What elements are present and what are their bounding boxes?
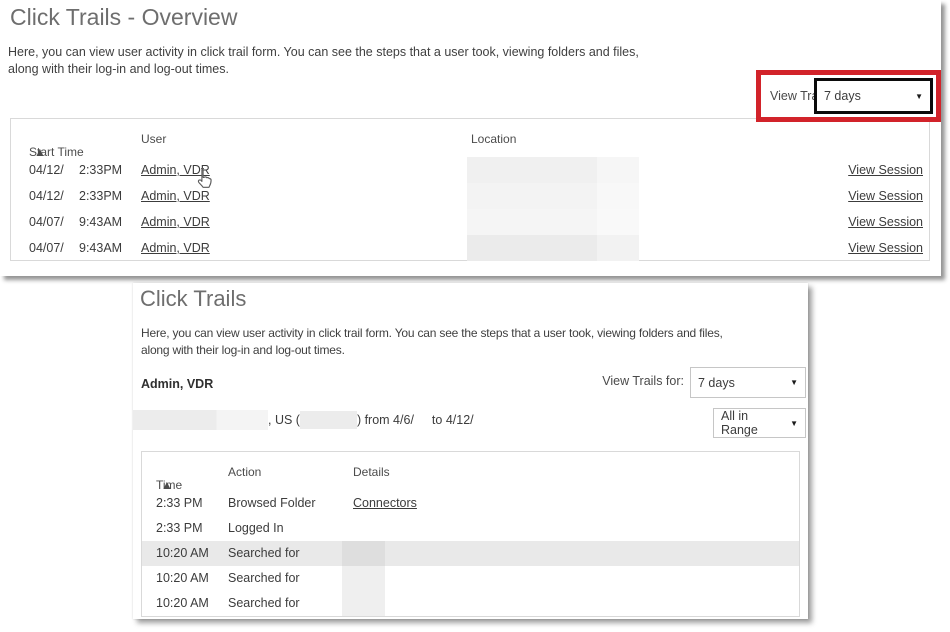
location-redaction <box>467 183 597 209</box>
step-time: 2:33 PM <box>156 516 203 541</box>
detail-page-description: Here, you can view user activity in clic… <box>141 325 723 359</box>
column-header-details: Details <box>353 465 390 479</box>
table-row: 10:20 AM Searched for <box>142 566 799 591</box>
view-trails-select[interactable]: 7 days ▼ <box>690 367 806 398</box>
details-link[interactable]: Connectors <box>353 491 417 516</box>
location-redaction <box>133 410 268 430</box>
details-redaction <box>342 541 385 566</box>
view-trails-select[interactable]: 7 days ▼ <box>814 78 933 114</box>
location-redaction <box>467 209 597 235</box>
view-session-link[interactable]: View Session <box>848 183 923 209</box>
chevron-down-icon: ▼ <box>790 419 798 428</box>
column-header-action: Action <box>228 465 261 479</box>
date-range-text: ) from 4/6/ <box>357 413 414 427</box>
step-time: 10:20 AM <box>156 566 209 591</box>
range-filter-value: All in Range <box>721 409 784 437</box>
step-action: Searched for <box>228 566 300 591</box>
table-row-highlighted: 10:20 AM Searched for <box>142 541 799 566</box>
start-time: 9:43AM <box>79 235 122 261</box>
view-session-link[interactable]: View Session <box>848 209 923 235</box>
step-time: 2:33 PM <box>156 491 203 516</box>
view-trails-label: View Trails for: <box>602 374 684 388</box>
start-time: 2:33PM <box>79 157 122 183</box>
location-redaction <box>467 235 597 261</box>
date-range-to-text: to 4/12/ <box>432 413 474 427</box>
start-time: 9:43AM <box>79 209 122 235</box>
session-location-line: , US ( ) from 4/6/ to 4/12/ <box>133 409 474 431</box>
table-row: 04/07/ 9:43AM Admin, VDR View Session <box>11 235 929 261</box>
location-redaction <box>597 209 639 235</box>
sessions-table: Start Time▲ User Location 04/12/ 2:33PM … <box>10 118 930 261</box>
start-date: 04/12/ <box>29 183 64 209</box>
location-text: , US ( <box>268 413 300 427</box>
details-redaction <box>342 591 385 616</box>
step-action: Browsed Folder <box>228 491 316 516</box>
page: Click Trails - Overview Here, you can vi… <box>0 0 950 632</box>
user-link[interactable]: Admin, VDR <box>141 209 210 235</box>
chevron-down-icon: ▼ <box>790 378 798 387</box>
details-redaction <box>342 566 385 591</box>
step-time: 10:20 AM <box>156 591 209 616</box>
start-date: 04/07/ <box>29 235 64 261</box>
step-time: 10:20 AM <box>156 541 209 566</box>
ip-redaction <box>300 411 357 429</box>
start-date: 04/12/ <box>29 157 64 183</box>
table-row: 10:20 AM Searched for <box>142 591 799 616</box>
column-header-location: Location <box>471 132 516 146</box>
overview-panel: Click Trails - Overview Here, you can vi… <box>0 0 941 276</box>
start-time: 2:33PM <box>79 183 122 209</box>
step-action: Logged In <box>228 516 284 541</box>
view-session-link[interactable]: View Session <box>848 157 923 183</box>
range-filter-select[interactable]: All in Range ▼ <box>713 408 806 438</box>
sort-ascending-icon: ▲ <box>161 478 173 492</box>
selected-user-name: Admin, VDR <box>141 377 213 391</box>
location-redaction <box>597 235 639 261</box>
description-line: Here, you can view user activity in clic… <box>141 325 723 342</box>
table-row: 04/07/ 9:43AM Admin, VDR View Session <box>11 209 929 235</box>
chevron-down-icon: ▼ <box>915 92 923 101</box>
description-line: along with their log-in and log-out time… <box>141 342 723 359</box>
table-row: 2:33 PM Logged In <box>142 516 799 541</box>
location-redaction <box>467 157 597 183</box>
step-action: Searched for <box>228 541 300 566</box>
table-row: 2:33 PM Browsed Folder Connectors <box>142 491 799 516</box>
table-row: 04/12/ 2:33PM Admin, VDR View Session <box>11 157 929 183</box>
description-line: along with their log-in and log-out time… <box>8 61 639 78</box>
view-session-link[interactable]: View Session <box>848 235 923 261</box>
view-trails-value: 7 days <box>698 376 735 390</box>
step-action: Searched for <box>228 591 300 616</box>
hand-cursor-icon <box>194 167 215 191</box>
page-title: Click Trails - Overview <box>10 4 237 31</box>
page-description: Here, you can view user activity in clic… <box>8 44 639 78</box>
user-link[interactable]: Admin, VDR <box>141 235 210 261</box>
detail-page-title: Click Trails <box>140 286 246 312</box>
start-date: 04/07/ <box>29 209 64 235</box>
detail-panel: Click Trails Here, you can view user act… <box>133 283 808 619</box>
column-header-user: User <box>141 132 166 146</box>
red-callout-box: View Trails for: 7 days ▼ <box>756 70 941 122</box>
table-row: 04/12/ 2:33PM Admin, VDR View Session <box>11 183 929 209</box>
location-redaction <box>597 183 639 209</box>
trail-steps-table: Time▲ Action Details 2:33 PM Browsed Fol… <box>141 451 800 617</box>
description-line: Here, you can view user activity in clic… <box>8 44 639 61</box>
location-redaction <box>597 157 639 183</box>
view-trails-value: 7 days <box>824 89 861 103</box>
